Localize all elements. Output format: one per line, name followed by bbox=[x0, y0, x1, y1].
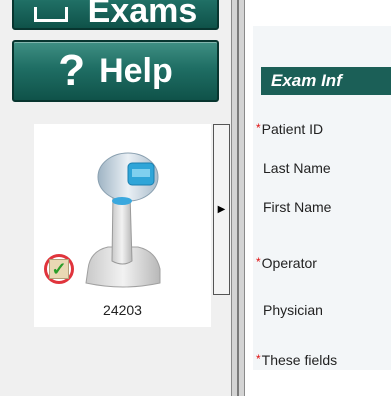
section-header: Exam Inf bbox=[261, 67, 391, 95]
splitter-line bbox=[237, 0, 239, 396]
help-label: Help bbox=[99, 51, 173, 90]
field-operator-label: *Operator bbox=[256, 255, 317, 271]
exams-label: Exams bbox=[87, 0, 198, 30]
exams-button[interactable]: Exams bbox=[12, 0, 219, 30]
field-first-name-label: First Name bbox=[263, 199, 332, 215]
field-patient-id-label: *Patient ID bbox=[256, 121, 324, 137]
required-marker: * bbox=[256, 352, 261, 366]
exam-info-panel: Exam Inf *Patient ID Last Name First Nam… bbox=[245, 0, 391, 396]
status-highlight-circle: ✓ bbox=[44, 254, 74, 284]
required-marker: * bbox=[256, 121, 261, 135]
checkmark-icon: ✓ bbox=[49, 259, 69, 279]
required-fields-footnote: *These fields bbox=[256, 352, 338, 368]
thermometer-device-image bbox=[85, 152, 161, 288]
exams-icon bbox=[33, 6, 68, 22]
field-last-name-label: Last Name bbox=[263, 160, 331, 176]
question-mark-icon: ? bbox=[58, 46, 86, 95]
help-button[interactable]: ? Help bbox=[12, 40, 219, 102]
required-marker: * bbox=[256, 255, 261, 269]
chevron-right-icon: ▶ bbox=[217, 204, 226, 215]
collapse-panel-button[interactable]: ▶ bbox=[213, 124, 230, 295]
panel-splitter[interactable] bbox=[231, 0, 245, 396]
field-physician-label: Physician bbox=[263, 302, 323, 318]
device-id: 24203 bbox=[103, 302, 142, 318]
device-card[interactable]: ✓ 24203 bbox=[34, 124, 211, 327]
sidebar: Exams ? Help ✓ 24203 ▶ bbox=[0, 0, 231, 396]
